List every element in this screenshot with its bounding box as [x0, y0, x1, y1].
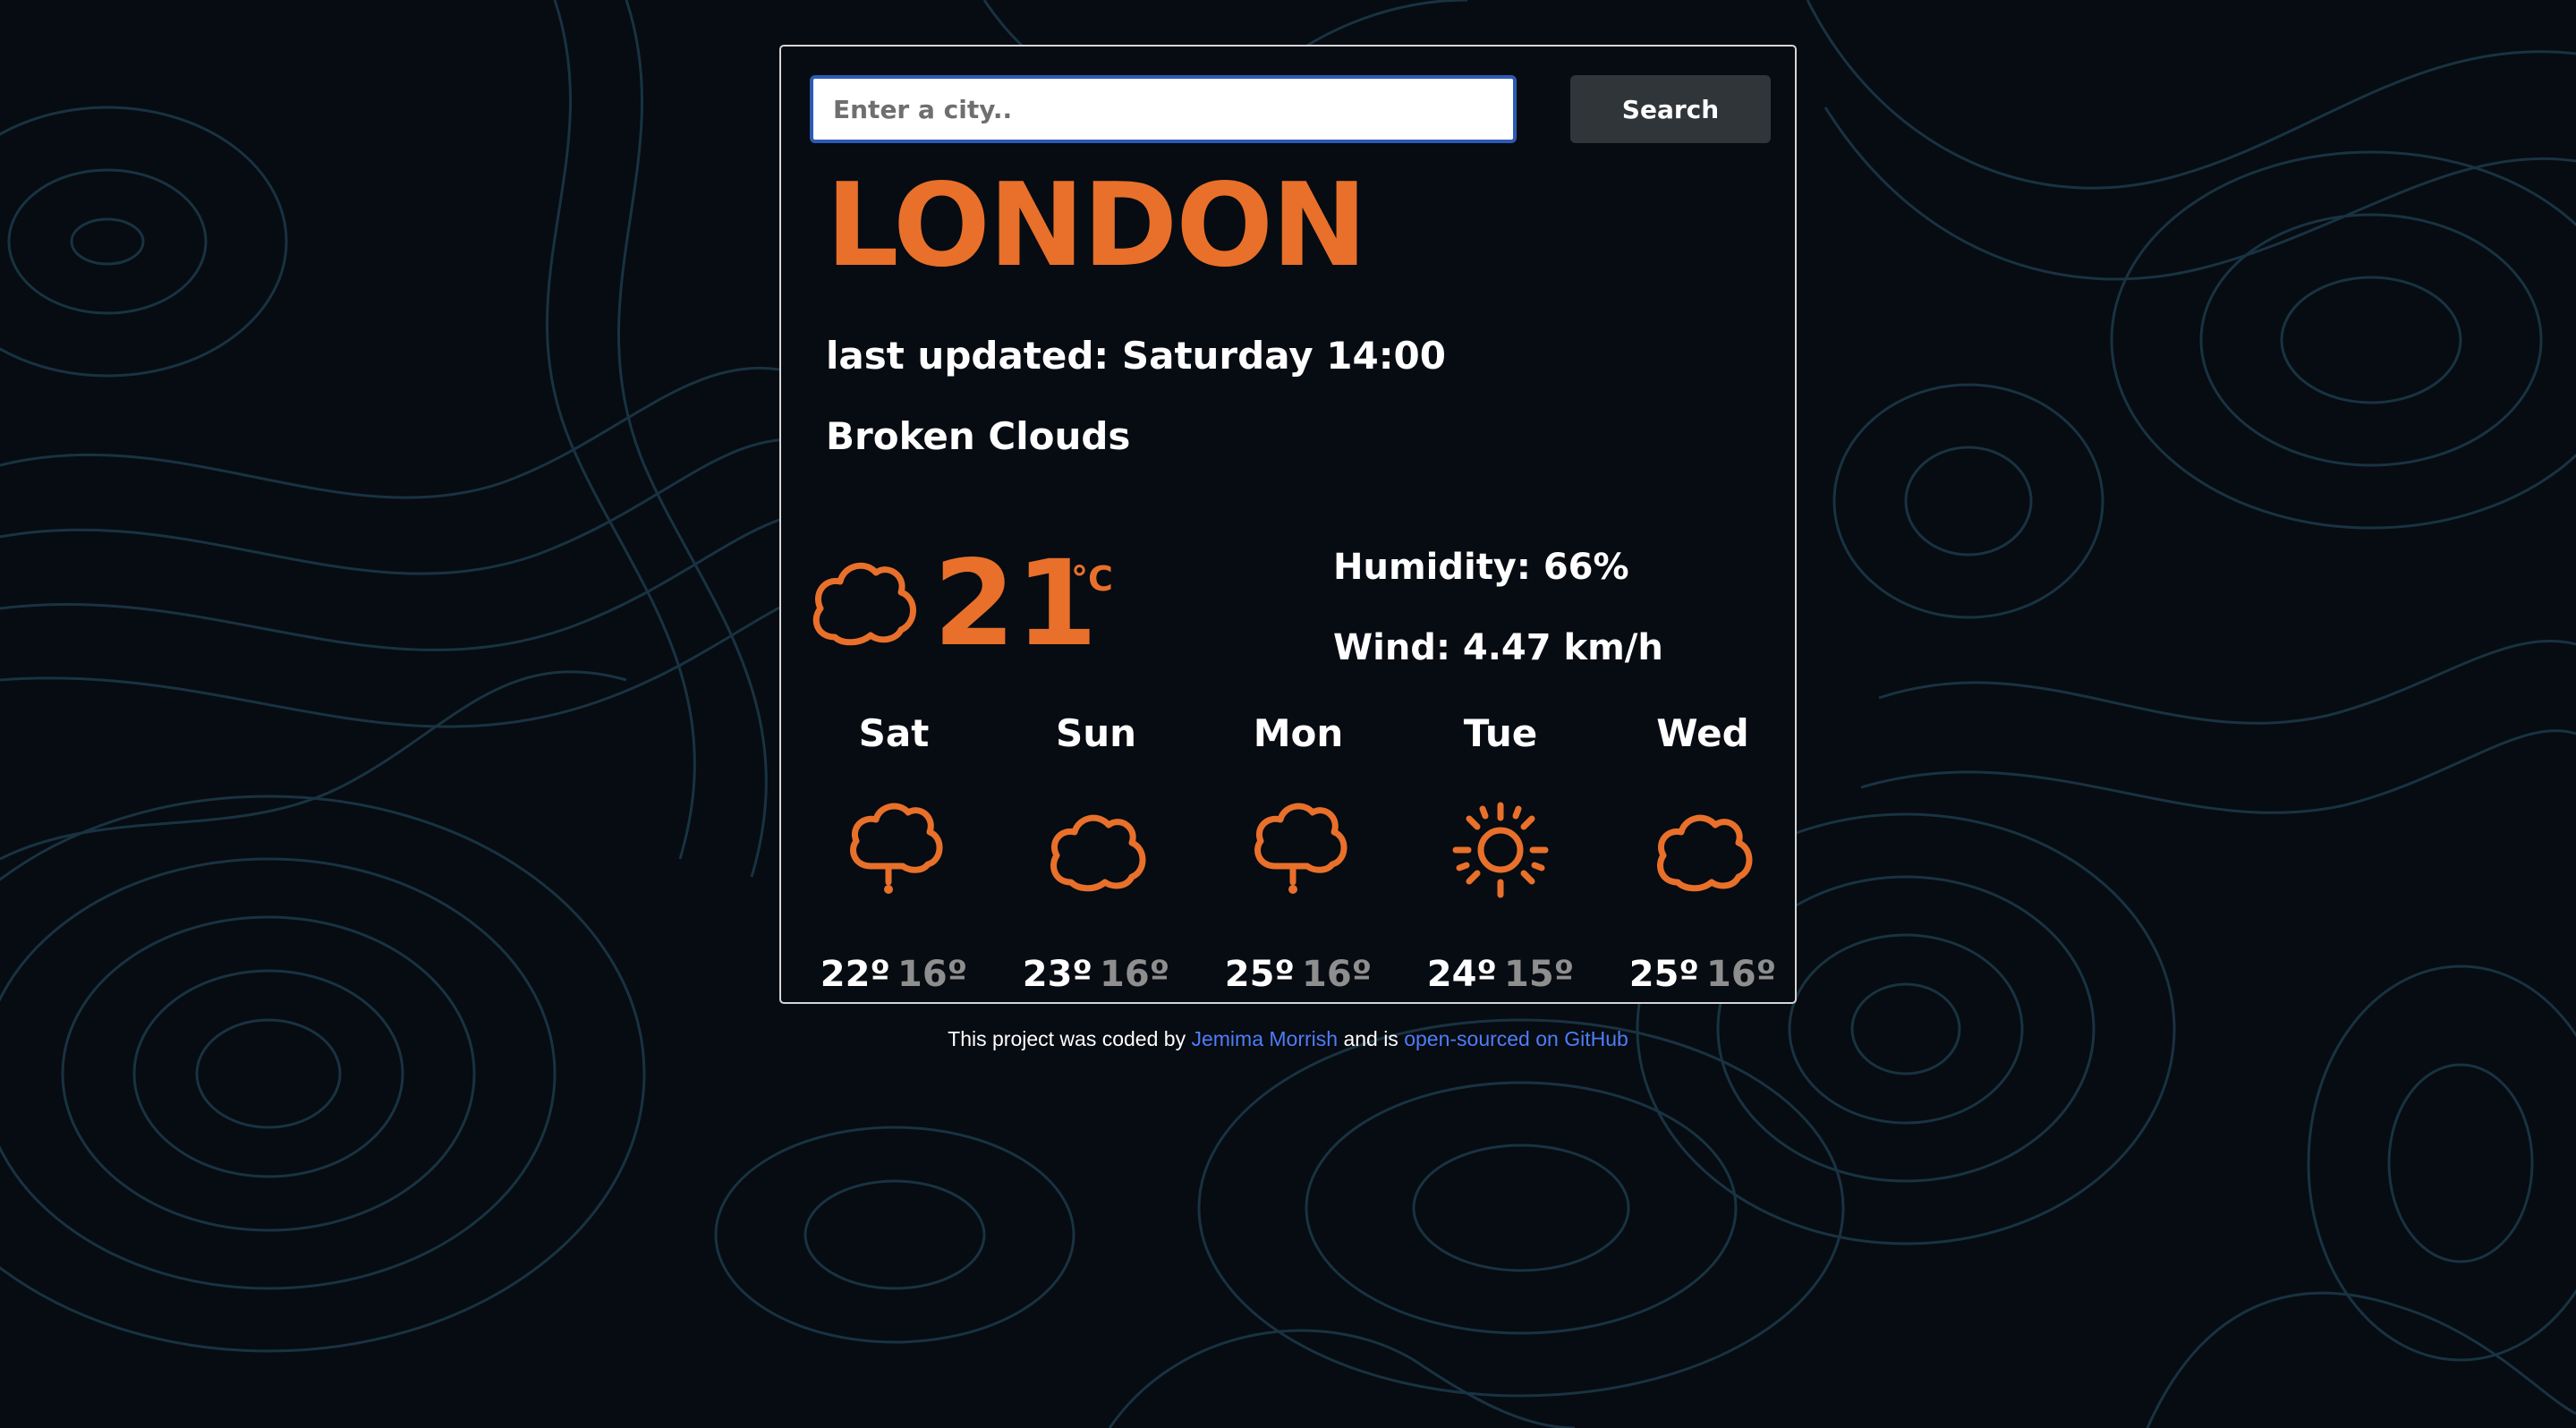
- last-updated-time: 14:00: [1326, 334, 1446, 378]
- forecast-min: 16º: [1706, 954, 1777, 995]
- forecast-max: 22º: [820, 954, 890, 995]
- forecast-max: 25º: [1224, 954, 1295, 995]
- forecast: Sat 22º 16º Sun 23º 16º Mon 25º 16º Tue …: [781, 707, 1795, 1002]
- forecast-day: Tue 24º 15º: [1411, 707, 1590, 997]
- forecast-temps: 23º 16º: [1007, 952, 1186, 997]
- forecast-day-name: Sat: [858, 711, 930, 755]
- weather-card: Search LONDON last updated: Saturday 14:…: [779, 45, 1797, 1004]
- last-updated-label: last updated:: [826, 334, 1109, 378]
- wind-label: Wind:: [1333, 627, 1450, 668]
- forecast-min: 16º: [1302, 954, 1373, 995]
- github-link[interactable]: open-sourced on GitHub: [1404, 1027, 1628, 1050]
- forecast-min: 15º: [1504, 954, 1575, 995]
- forecast-max: 23º: [1022, 954, 1092, 995]
- sun-icon: [1452, 802, 1549, 898]
- city-search-input[interactable]: [810, 75, 1517, 143]
- footer-middle: and is: [1343, 1027, 1399, 1050]
- forecast-day-name: Wed: [1656, 711, 1749, 755]
- forecast-day-name: Mon: [1253, 711, 1344, 755]
- forecast-day: Sat 22º 16º: [804, 707, 983, 997]
- forecast-day: Wed 25º 16º: [1613, 707, 1792, 997]
- search-button[interactable]: Search: [1570, 75, 1771, 143]
- rain-cloud-icon: [850, 803, 943, 894]
- wind-value: 4.47: [1462, 627, 1552, 668]
- forecast-day-name: Tue: [1463, 711, 1538, 755]
- cloud-icon: [1050, 814, 1146, 892]
- humidity-value: 66%: [1543, 547, 1629, 588]
- last-updated-day: Saturday: [1121, 334, 1314, 378]
- forecast-temps: 24º 15º: [1411, 952, 1590, 997]
- forecast-max: 24º: [1426, 954, 1497, 995]
- city-name: LONDON: [826, 159, 1367, 293]
- wind: Wind: 4.47 km/h: [1333, 621, 1663, 675]
- cloud-icon: [812, 562, 916, 646]
- temperature-unit: °C: [1071, 559, 1113, 599]
- forecast-day-name: Sun: [1055, 711, 1137, 755]
- humidity-label: Humidity:: [1333, 547, 1531, 588]
- weather-description: Broken Clouds: [826, 414, 1131, 458]
- forecast-temps: 22º 16º: [804, 952, 983, 997]
- forecast-min: 16º: [897, 954, 968, 995]
- forecast-day: Sun 23º 16º: [1007, 707, 1186, 997]
- forecast-temps: 25º 16º: [1613, 952, 1792, 997]
- footer-prefix: This project was coded by: [948, 1027, 1186, 1050]
- rain-cloud-icon: [1254, 803, 1348, 894]
- forecast-day: Mon 25º 16º: [1209, 707, 1388, 997]
- footer: This project was coded by Jemima Morrish…: [0, 1025, 2576, 1052]
- forecast-temps: 25º 16º: [1209, 952, 1388, 997]
- forecast-min: 16º: [1100, 954, 1170, 995]
- last-updated: last updated: Saturday 14:00: [826, 329, 1446, 383]
- forecast-max: 25º: [1628, 954, 1699, 995]
- wind-unit: km/h: [1563, 627, 1663, 668]
- humidity: Humidity: 66%: [1333, 540, 1629, 594]
- cloud-icon: [1657, 814, 1753, 892]
- author-link[interactable]: Jemima Morrish: [1191, 1027, 1338, 1050]
